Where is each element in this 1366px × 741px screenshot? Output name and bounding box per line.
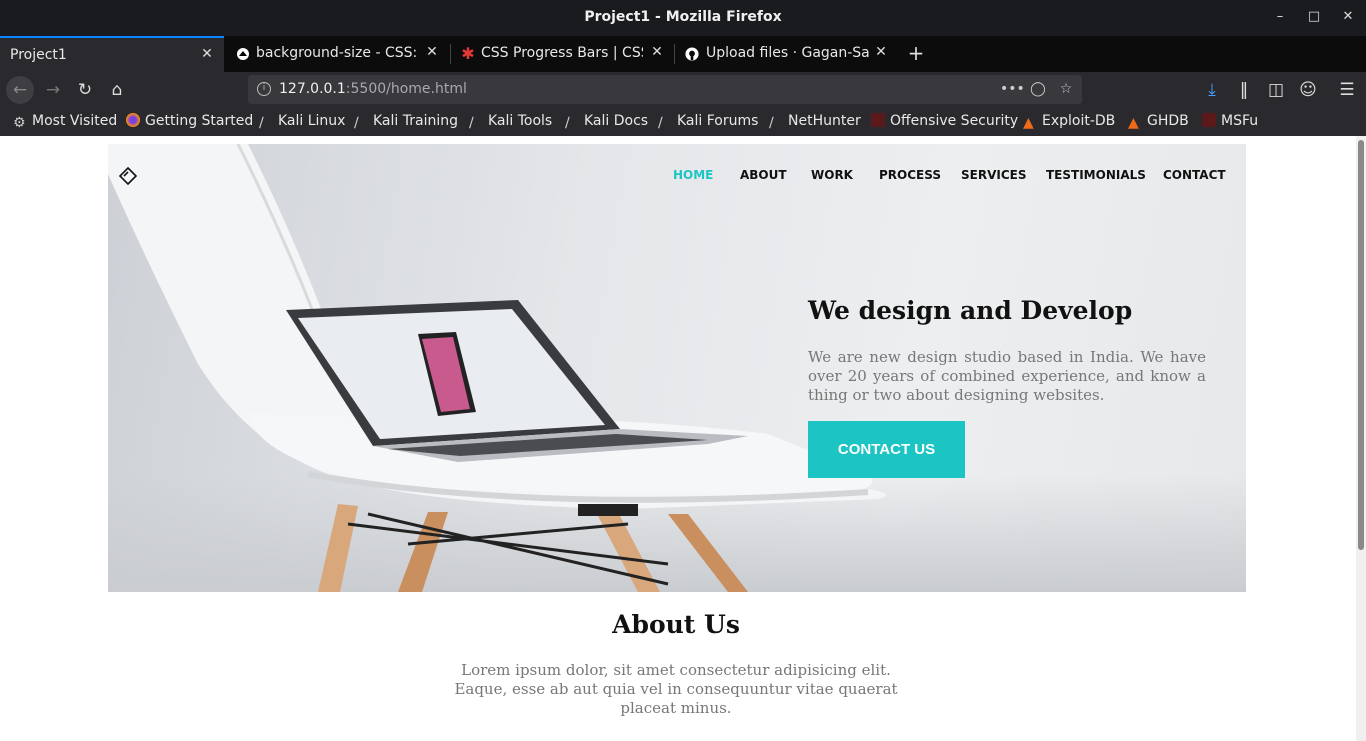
bookmark-ghdb[interactable]: ▲ GHDB [1128, 113, 1189, 131]
url-path: :5500/home.html [345, 81, 467, 97]
forward-icon[interactable]: → [41, 78, 65, 102]
bookmarks-toolbar: ⚙ Most Visited Getting Started ∕ Kali Linu… [0, 108, 1366, 136]
bookmark-label: Kali Docs [584, 113, 649, 129]
firefox-icon [126, 113, 140, 127]
bookmark-label: Getting Started [145, 113, 254, 129]
github-icon [685, 47, 699, 61]
bookmark-label: GHDB [1147, 113, 1189, 129]
downloads-icon[interactable]: ⤓ [1200, 78, 1224, 102]
tab-label: Upload files · Gagan-Saff [706, 45, 870, 61]
nav-about[interactable]: ABOUT [740, 168, 787, 182]
url-host: 127.0.0.1 [279, 81, 346, 97]
menu-icon[interactable]: ☰ [1335, 78, 1359, 102]
site-logo-icon[interactable] [118, 166, 138, 186]
exploit-db-icon: ▲ [1023, 115, 1034, 131]
pocket-icon[interactable]: ◯ [1028, 79, 1048, 99]
window-titlebar: Project1 - Mozilla Firefox – □ ✕ [0, 0, 1366, 36]
tab-project1[interactable]: Project1 ✕ [0, 36, 224, 72]
tab-label: background-size - CSS: C [256, 45, 420, 61]
kali-dragon-icon: ∕ [565, 115, 570, 131]
about-title: About Us [612, 610, 740, 639]
nav-toolbar: ← → ↻ ⌂ i 127.0.0.1:5500/home.html ••• ◯… [0, 72, 1366, 108]
close-tab-icon[interactable]: ✕ [649, 44, 665, 60]
bookmark-label: Exploit-DB [1042, 113, 1116, 129]
bookmark-label: MSFu [1221, 113, 1259, 129]
minimize-icon[interactable]: – [1271, 8, 1289, 26]
bookmark-kali-forums[interactable]: ∕ Kali Forums [658, 113, 759, 131]
more-actions-icon[interactable]: ••• [1000, 79, 1025, 99]
library-icon[interactable]: ‖ [1232, 78, 1256, 102]
chair-laptop-image [108, 144, 886, 592]
tab-bar: Project1 ✕ background-size - CSS: C ✕ ✱ … [0, 36, 1366, 72]
new-tab-icon[interactable]: + [905, 42, 927, 64]
close-tab-icon[interactable]: ✕ [199, 46, 215, 62]
close-window-icon[interactable]: ✕ [1339, 8, 1357, 26]
site-info-icon[interactable]: i [257, 82, 271, 96]
close-tab-icon[interactable]: ✕ [873, 44, 889, 60]
kali-dragon-icon: ∕ [354, 115, 359, 131]
bookmark-label: Kali Tools [488, 113, 553, 129]
account-icon[interactable]: ☺ [1296, 78, 1320, 102]
nav-contact[interactable]: CONTACT [1163, 168, 1226, 182]
contact-us-button[interactable]: CONTACT US [808, 421, 965, 478]
bookmark-label: NetHunter [788, 113, 861, 129]
asterisk-icon: ✱ [461, 44, 475, 63]
tab-background-size[interactable]: background-size - CSS: C ✕ [226, 36, 448, 72]
nav-services[interactable]: SERVICES [961, 168, 1026, 182]
bookmark-msfu[interactable]: MSFu [1202, 113, 1258, 129]
hero-title: We design and Develop [808, 296, 1133, 325]
bookmark-label: Kali Training [373, 113, 458, 129]
bookmark-kali-linux[interactable]: ∕ Kali Linux [259, 113, 346, 131]
page-scrollbar[interactable] [1356, 136, 1366, 741]
bookmark-label: Most Visited [32, 113, 118, 129]
kali-dragon-icon: ∕ [658, 115, 663, 131]
window-title: Project1 - Mozilla Firefox [584, 9, 782, 25]
bookmark-label: Offensive Security [890, 113, 1019, 129]
kali-dragon-icon: ∕ [469, 115, 474, 131]
home-icon[interactable]: ⌂ [105, 78, 129, 102]
back-icon[interactable]: ← [6, 76, 34, 104]
nav-process[interactable]: PROCESS [879, 168, 941, 182]
bookmark-offensive-security[interactable]: Offensive Security [871, 113, 1018, 129]
bookmark-kali-training[interactable]: ∕ Kali Training [354, 113, 458, 131]
url-bar[interactable]: i 127.0.0.1:5500/home.html ••• ◯ ☆ [248, 75, 1082, 104]
mdn-icon [237, 48, 249, 60]
url-text[interactable]: 127.0.0.1:5500/home.html [279, 81, 467, 97]
hero-description: We are new design studio based in India.… [808, 348, 1206, 404]
tab-upload-files[interactable]: Upload files · Gagan-Saff ✕ [675, 36, 897, 72]
bookmark-getting-started[interactable]: Getting Started [126, 113, 253, 129]
maximize-icon[interactable]: □ [1305, 8, 1323, 26]
reload-icon[interactable]: ↻ [73, 78, 97, 102]
tab-label: Project1 [10, 47, 67, 63]
kali-dragon-icon: ∕ [259, 115, 264, 131]
bookmark-exploit-db[interactable]: ▲ Exploit-DB [1023, 113, 1116, 131]
hero-section: HOME ABOUT WORK PROCESS SERVICES TESTIMO… [108, 144, 1246, 592]
about-description: Lorem ipsum dolor, sit amet consectetur … [454, 661, 898, 717]
gear-icon: ⚙ [13, 115, 26, 131]
scrollbar-thumb[interactable] [1358, 140, 1364, 550]
bookmark-kali-docs[interactable]: ∕ Kali Docs [565, 113, 649, 131]
bookmark-label: Kali Forums [677, 113, 759, 129]
bookmark-star-icon[interactable]: ☆ [1056, 79, 1076, 99]
bookmark-kali-tools[interactable]: ∕ Kali Tools [469, 113, 553, 131]
tab-label: CSS Progress Bars | CSS [481, 45, 643, 61]
nav-home[interactable]: HOME [673, 168, 713, 182]
kali-dragon-icon: ∕ [769, 115, 774, 131]
sidebar-icon[interactable]: ◫ [1264, 78, 1288, 102]
bookmark-label: Kali Linux [278, 113, 346, 129]
tab-css-progress-bars[interactable]: ✱ CSS Progress Bars | CSS ✕ [451, 36, 673, 72]
page-content: HOME ABOUT WORK PROCESS SERVICES TESTIMO… [0, 136, 1356, 741]
nav-testimonials[interactable]: TESTIMONIALS [1046, 168, 1146, 182]
msfu-icon [1202, 113, 1216, 127]
nav-work[interactable]: WORK [811, 168, 853, 182]
ghdb-icon: ▲ [1128, 115, 1139, 131]
bookmark-nethunter[interactable]: ∕ NetHunter [769, 113, 861, 131]
offsec-icon [871, 113, 885, 127]
close-tab-icon[interactable]: ✕ [424, 44, 440, 60]
bookmark-most-visited[interactable]: ⚙ Most Visited [13, 113, 118, 131]
